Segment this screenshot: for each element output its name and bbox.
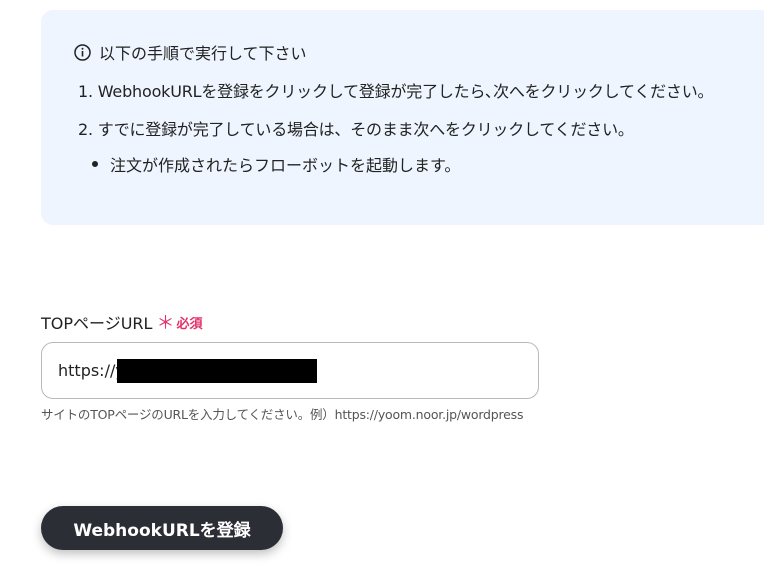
instruction-header: 以下の手順で実行して下さい <box>74 40 307 64</box>
required-asterisk: ＊ <box>156 313 175 334</box>
instruction-header-text: 以下の手順で実行して下さい <box>99 44 307 63</box>
instruction-step-2: 2. すでに登録が完了している場合は、そのまま次へをクリックしてください。 <box>78 120 634 139</box>
top-page-url-label: TOPページURL ＊ 必須 <box>41 309 202 335</box>
bullet-dot-icon <box>92 161 98 167</box>
url-input-value: https://y <box>58 361 125 380</box>
info-circle-icon <box>74 43 91 61</box>
required-badge: 必須 <box>176 316 203 332</box>
instruction-bullet-text: 注文が作成されたらフローボットを起動します。 <box>110 156 461 175</box>
register-webhook-button[interactable]: WebhookURLを登録 <box>41 506 283 550</box>
url-helper-text: サイトのTOPページのURLを入力してください。例）https://yoom.n… <box>41 407 524 422</box>
redacted-region <box>117 359 317 383</box>
instruction-bullet: 注文が作成されたらフローボットを起動します。 <box>92 152 460 176</box>
field-label-text: TOPページURL <box>41 314 153 333</box>
page: 以下の手順で実行して下さい 1. WebhookURLを登録をクリックして登録が… <box>0 0 764 571</box>
instruction-step-1: 1. WebhookURLを登録をクリックして登録が完了したら､次へをクリックし… <box>78 82 714 101</box>
